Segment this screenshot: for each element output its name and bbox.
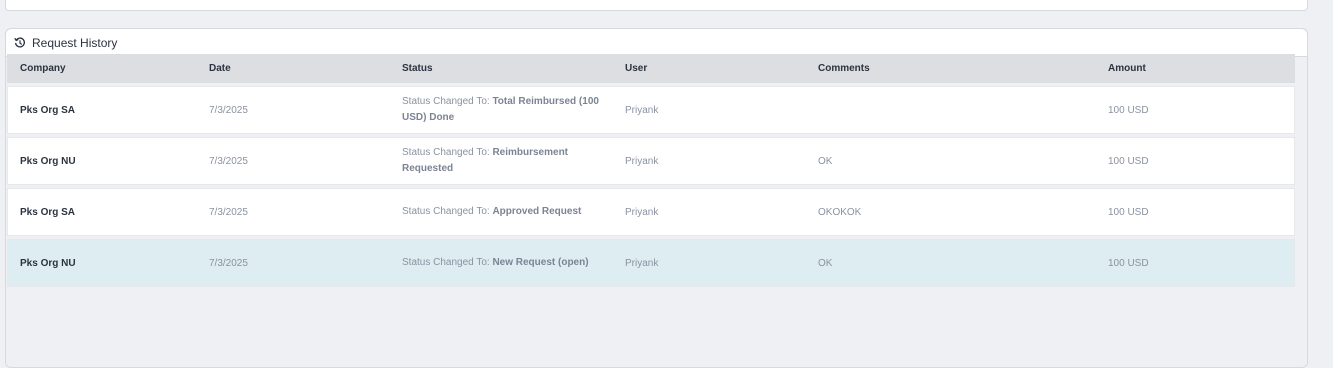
table-header: Company Date Status User Comments Amount xyxy=(7,54,1295,83)
header-status[interactable]: Status xyxy=(389,63,612,74)
user-cell: Priyank xyxy=(625,155,659,167)
status-cell: Status Changed To: Total Reimbursed (100… xyxy=(389,94,612,126)
company-cell: Pks Org SA xyxy=(20,206,76,218)
header-company[interactable]: Company xyxy=(7,63,196,74)
date-cell: 7/3/2025 xyxy=(209,257,248,269)
amount-cell: 100 USD xyxy=(1108,155,1149,167)
amount-cell: 100 USD xyxy=(1108,257,1149,269)
user-cell: Priyank xyxy=(625,104,659,116)
status-prefix: Status Changed To: xyxy=(402,257,493,268)
panel-title: Request History xyxy=(32,35,118,50)
company-cell: Pks Org NU xyxy=(20,155,76,167)
status-cell: Status Changed To: Approved Request xyxy=(389,204,612,220)
date-cell: 7/3/2025 xyxy=(209,155,248,167)
previous-panel xyxy=(5,0,1308,11)
panel-header: Request History xyxy=(6,29,1307,57)
comments-cell: OKOKOK xyxy=(818,206,862,218)
status-prefix: Status Changed To: xyxy=(402,147,493,158)
comments-cell: OK xyxy=(818,155,833,167)
status-value: Approved Request xyxy=(492,206,582,217)
header-user[interactable]: User xyxy=(612,63,805,74)
status-cell: Status Changed To: Reimbursement Request… xyxy=(389,145,612,177)
header-amount[interactable]: Amount xyxy=(1095,63,1295,74)
status-prefix: Status Changed To: xyxy=(402,96,493,107)
table-row[interactable]: Pks Org SA 7/3/2025 Status Changed To: T… xyxy=(7,86,1295,134)
date-cell: 7/3/2025 xyxy=(209,104,248,116)
user-cell: Priyank xyxy=(625,206,659,218)
status-prefix: Status Changed To: xyxy=(402,206,493,217)
header-comments[interactable]: Comments xyxy=(805,63,1095,74)
status-value: New Request (open) xyxy=(492,257,589,268)
table-row-selected[interactable]: Pks Org NU 7/3/2025 Status Changed To: N… xyxy=(7,239,1295,287)
company-cell: Pks Org NU xyxy=(20,257,76,269)
user-cell: Priyank xyxy=(625,257,659,269)
history-icon xyxy=(14,36,26,49)
company-cell: Pks Org SA xyxy=(20,104,76,116)
table-row[interactable]: Pks Org SA 7/3/2025 Status Changed To: A… xyxy=(7,188,1295,236)
request-history-table: Company Date Status User Comments Amount… xyxy=(7,54,1295,287)
comments-cell: OK xyxy=(818,257,833,269)
status-cell: Status Changed To: New Request (open) xyxy=(389,255,612,271)
table-row[interactable]: Pks Org NU 7/3/2025 Status Changed To: R… xyxy=(7,137,1295,185)
amount-cell: 100 USD xyxy=(1108,104,1149,116)
header-date[interactable]: Date xyxy=(196,63,389,74)
date-cell: 7/3/2025 xyxy=(209,206,248,218)
amount-cell: 100 USD xyxy=(1108,206,1149,218)
